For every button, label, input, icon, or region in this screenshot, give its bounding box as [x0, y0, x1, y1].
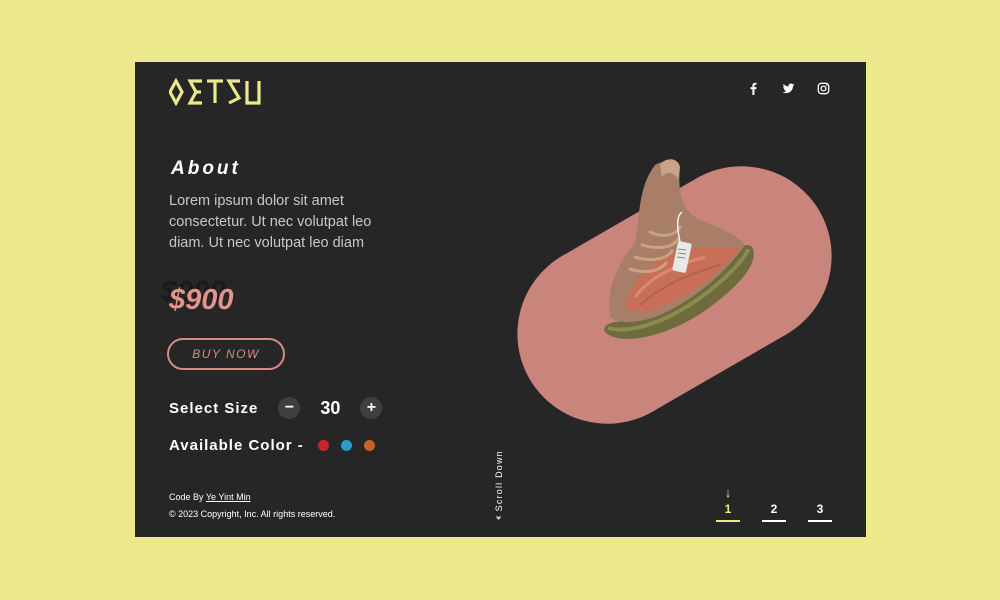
buy-now-button[interactable]: BUY NOW — [167, 338, 285, 370]
scroll-down-label: Scroll Down — [493, 450, 504, 512]
product-card: OETSU About Lorem ipsum dolor sit amet c… — [135, 62, 866, 537]
page-number: 2 — [770, 502, 778, 516]
author-link[interactable]: Ye Yint Min — [206, 492, 251, 502]
page-2[interactable]: ↓ 2 — [762, 486, 786, 522]
page-number: 3 — [816, 502, 824, 516]
instagram-icon[interactable] — [817, 82, 830, 95]
color-selector: Available Color - — [169, 433, 375, 457]
pagination: ↓ 1 ↓ 2 ↓ 3 — [716, 486, 832, 522]
page-3[interactable]: ↓ 3 — [808, 486, 832, 522]
page-underline — [762, 520, 786, 522]
scroll-down[interactable]: ‹‹ Scroll Down — [493, 450, 504, 520]
double-chevron-down-icon: ‹‹ — [493, 517, 504, 520]
page-1[interactable]: ↓ 1 — [716, 486, 740, 522]
price: $900 — [169, 284, 234, 316]
footer-credit: Code By Ye Yint Min — [169, 492, 251, 502]
logo-mark — [168, 77, 261, 107]
facebook-icon[interactable] — [747, 82, 760, 95]
copyright: © 2023 Copyright, Inc. All rights reserv… — [169, 509, 336, 519]
size-selector: Select Size − 30 + — [169, 395, 383, 421]
size-increase-button[interactable]: + — [360, 397, 383, 419]
about-description: Lorem ipsum dolor sit amet consectetur. … — [169, 193, 372, 251]
sneaker-image — [604, 159, 754, 339]
size-label: Select Size — [169, 399, 259, 417]
color-swatch-red[interactable] — [317, 439, 329, 451]
page-number: 1 — [724, 502, 732, 516]
about-title: About — [171, 158, 241, 179]
size-decrease-button[interactable]: − — [278, 397, 301, 419]
social-links — [747, 82, 830, 95]
color-swatch-orange[interactable] — [363, 439, 375, 451]
color-label: Available Color - — [169, 436, 304, 454]
twitter-icon[interactable] — [782, 82, 795, 95]
size-value: 30 — [320, 397, 341, 418]
credit-prefix: Code By — [169, 492, 204, 502]
color-swatch-blue[interactable] — [340, 439, 352, 451]
arrow-down-icon: ↓ — [724, 485, 732, 500]
page-underline — [716, 520, 740, 522]
brand-logo[interactable]: OETSU — [168, 76, 265, 108]
page-underline — [808, 520, 832, 522]
